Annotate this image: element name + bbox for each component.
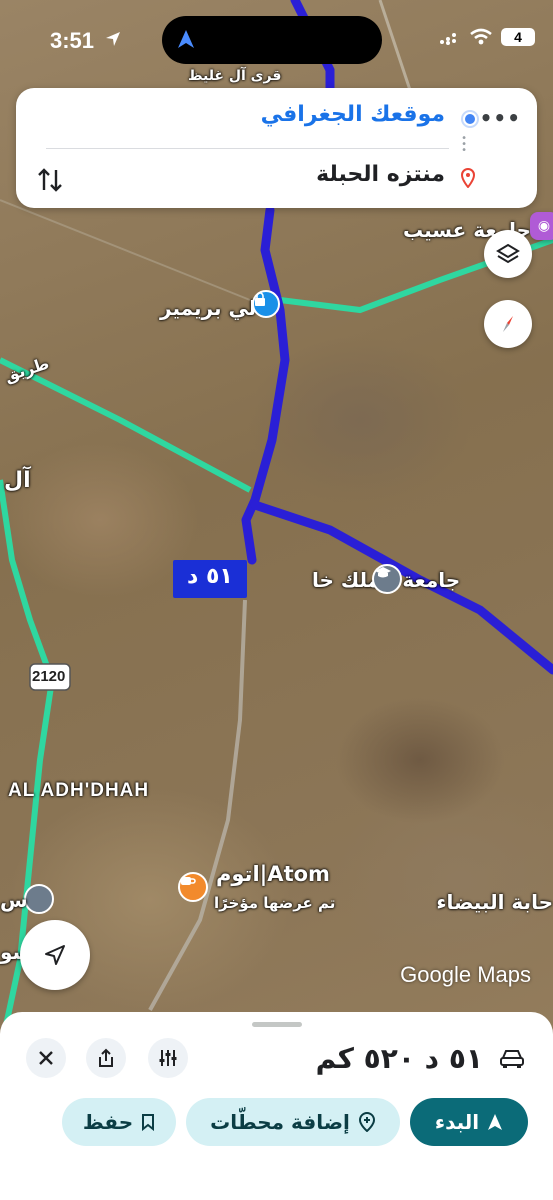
wifi-icon xyxy=(470,28,492,45)
recenter-button[interactable] xyxy=(20,920,90,990)
map-label-atom: اتوم|Atom xyxy=(216,862,330,886)
map-label-al-left: آل xyxy=(4,468,31,493)
compass-button[interactable] xyxy=(484,300,532,348)
battery-icon: 4 xyxy=(501,28,535,46)
status-time: 3:51 xyxy=(50,28,95,53)
road-number-2120: 2120 xyxy=(32,668,66,685)
add-stops-label: إضافة محطّات xyxy=(210,1110,350,1134)
place-pin-icon[interactable] xyxy=(24,884,54,914)
swap-directions-icon[interactable] xyxy=(34,164,66,196)
battery-level: 4 xyxy=(514,29,522,45)
trip-summary: ٥١ د ٥٢٠ كم xyxy=(315,1042,483,1075)
map-label-left-cut-1: س xyxy=(0,888,28,912)
status-icons: 4 xyxy=(439,28,535,46)
camera-poi-icon[interactable]: ◉ xyxy=(530,212,553,240)
share-button[interactable] xyxy=(86,1038,126,1078)
lock-poi-icon[interactable] xyxy=(252,290,280,318)
start-navigation-button[interactable]: البدء xyxy=(410,1098,528,1146)
origin-dot-icon xyxy=(463,112,477,126)
graduation-cap-icon[interactable] xyxy=(372,564,402,594)
close-icon xyxy=(39,1051,53,1065)
sheet-handle[interactable] xyxy=(252,1022,302,1027)
coffee-cup-icon[interactable] xyxy=(178,872,208,902)
route-options-button[interactable] xyxy=(148,1038,188,1078)
map-label-li-primer: لي بريمير xyxy=(160,296,257,320)
tune-sliders-icon xyxy=(159,1050,177,1066)
navigation-arrow-outline-icon xyxy=(45,945,65,965)
save-button[interactable]: حفظ xyxy=(62,1098,176,1146)
add-pin-icon xyxy=(358,1112,375,1132)
maps-screen: قرى آل غليظ جامعة عسيب ◉ لي بريمير طريق … xyxy=(0,0,553,1200)
save-label: حفظ xyxy=(82,1110,134,1134)
close-button[interactable] xyxy=(26,1038,66,1078)
route-card: ••• موقعك الجغرافي • • • منتزه الحبلة xyxy=(16,88,537,208)
more-options-button[interactable]: ••• xyxy=(480,106,521,130)
origin-field[interactable]: موقعك الجغرافي xyxy=(261,102,445,127)
start-label: البدء xyxy=(434,1110,480,1134)
location-arrow-icon xyxy=(106,32,120,46)
car-icon xyxy=(500,1050,524,1068)
google-maps-attribution: Google Maps xyxy=(400,962,531,987)
share-icon xyxy=(99,1048,113,1067)
navigation-arrow-icon xyxy=(488,1114,503,1130)
layers-icon xyxy=(496,243,520,264)
route-dots-icon: • • • xyxy=(461,133,467,156)
bookmark-icon xyxy=(142,1114,155,1131)
destination-field[interactable]: منتزه الحبلة xyxy=(316,162,445,187)
status-bar: 3:51 4 xyxy=(0,0,553,80)
destination-pin-icon xyxy=(461,168,475,188)
cellular-signal-icon xyxy=(440,33,456,45)
compass-icon xyxy=(503,316,513,332)
bottom-sheet: ٥١ د ٥٢٠ كم البدء إضافة محطّات حفظ xyxy=(0,1012,553,1200)
map-label-atom-recent: تم عرضها مؤخرًا xyxy=(214,894,336,912)
map-label-al-adhdhah: AL ADH'DHAH xyxy=(8,780,150,801)
navigation-arrow-icon xyxy=(178,30,194,48)
add-stops-button[interactable]: إضافة محطّات xyxy=(186,1098,400,1146)
map-label-bayda: حابة البيضاء xyxy=(436,890,553,914)
layers-button[interactable] xyxy=(484,230,532,278)
divider xyxy=(46,148,449,149)
route-duration-label[interactable]: ٥١ د xyxy=(173,560,247,598)
